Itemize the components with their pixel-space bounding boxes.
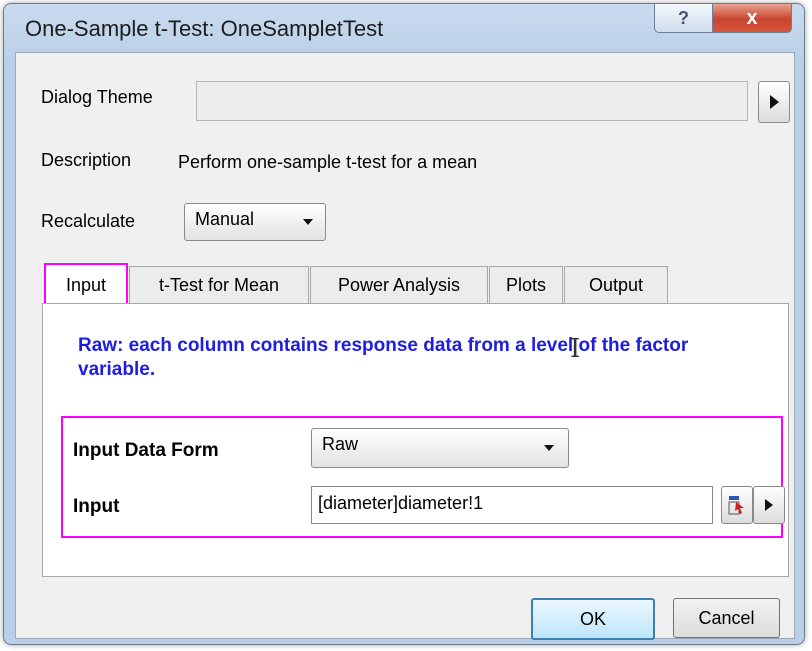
input-tab-panel: Raw: each column contains response data …	[42, 303, 789, 577]
tab-t-test-for-mean[interactable]: t-Test for Mean	[129, 266, 309, 304]
dialog-client-area: Dialog Theme Description Perform one-sam…	[15, 52, 795, 640]
cancel-button[interactable]: Cancel	[673, 598, 780, 638]
tab-output-label: Output	[588, 275, 644, 295]
input-data-form-label: Input Data Form	[73, 440, 219, 461]
recalculate-label: Recalculate	[41, 211, 136, 231]
tab-input[interactable]: Input	[44, 263, 128, 307]
tab-power-analysis-label: Power Analysis	[337, 275, 461, 295]
description-text: Perform one-sample t-test for a mean	[178, 152, 478, 172]
dropdown-arrow-icon	[303, 219, 313, 225]
dialog-theme-combo[interactable]	[196, 81, 748, 121]
close-button[interactable]: x	[712, 4, 792, 33]
input-label: Input	[73, 496, 120, 517]
dialog-theme-label: Dialog Theme	[41, 87, 153, 107]
recalculate-dropdown[interactable]: Manual	[184, 203, 326, 241]
column-select-icon	[728, 496, 744, 515]
help-button[interactable]: ?	[654, 4, 713, 33]
dialog-window: One-Sample t-Test: OneSampletTest ? x Di…	[3, 3, 805, 645]
tab-plots-label: Plots	[505, 275, 547, 295]
recalculate-selected: Manual	[195, 209, 255, 229]
dropdown-arrow-icon	[544, 445, 554, 451]
input-data-form-dropdown[interactable]: Raw	[311, 428, 569, 468]
input-range-value: [diameter]diameter!1	[318, 493, 484, 513]
input-range-field[interactable]: [diameter]diameter!1	[311, 486, 713, 524]
dialog-theme-menu-button[interactable]	[758, 81, 790, 123]
description-label: Description	[41, 150, 132, 170]
close-icon: x	[746, 6, 758, 29]
window-title: One-Sample t-Test: OneSampletTest	[25, 16, 384, 41]
input-hint-text: Raw: each column contains response data …	[78, 335, 689, 380]
ok-button[interactable]: OK	[531, 598, 655, 640]
tab-plots[interactable]: Plots	[489, 266, 563, 304]
text-cursor-icon: I	[570, 334, 581, 364]
input-menu-button[interactable]	[753, 486, 785, 524]
tab-input-label: Input	[65, 274, 107, 295]
input-data-form-selected: Raw	[322, 434, 359, 454]
tab-power-analysis[interactable]: Power Analysis	[310, 266, 488, 304]
expand-arrow-icon	[765, 499, 773, 511]
tab-t-test-label: t-Test for Mean	[158, 275, 280, 295]
input-settings-group: Input Data Form Raw Input [diameter]diam…	[61, 416, 785, 538]
tab-output[interactable]: Output	[564, 266, 668, 304]
column-select-button[interactable]	[721, 486, 753, 524]
help-icon: ?	[678, 7, 689, 28]
expand-arrow-icon	[769, 95, 779, 109]
